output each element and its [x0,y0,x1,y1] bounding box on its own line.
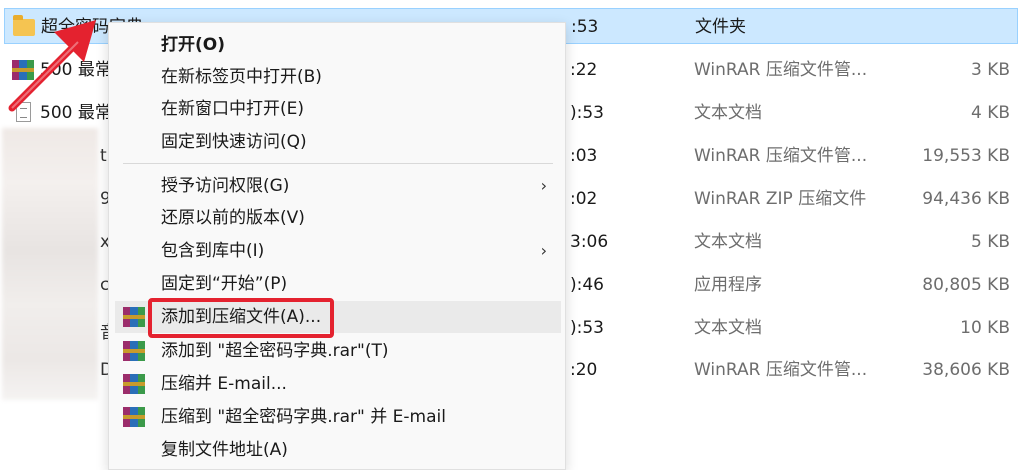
file-type: WinRAR 压缩文件管... [694,146,868,166]
menu-item-open-new-window[interactable]: 在新窗口中打开(E) [115,93,561,125]
menu-item-pin-quick-access[interactable]: 固定到快速访问(Q) [115,126,561,158]
menu-item-label: 在新窗口中打开(E) [161,99,305,119]
menu-item-label: 还原以前的版本(V) [161,208,305,228]
file-type: WinRAR 压缩文件管... [694,60,868,80]
file-size: 3 KB [970,60,1010,80]
file-size: 94,436 KB [922,189,1010,209]
file-time: ):46 [570,275,604,295]
file-size: 5 KB [970,232,1010,252]
file-time: :02 [570,189,598,209]
file-time: 3:06 [570,232,609,252]
menu-item-label: 在新标签页中打开(B) [161,67,322,87]
file-type: WinRAR 压缩文件管... [694,360,868,380]
menu-item-label: 压缩并 E-mail... [161,374,287,394]
menu-item-label: 添加到 "超全密码字典.rar"(T) [161,341,389,361]
red-arrow-annotation [8,20,96,112]
file-size: 80,805 KB [922,275,1010,295]
menu-item-compress-email[interactable]: 压缩并 E-mail... [115,368,561,400]
menu-item-label: 包含到库中(I) [161,241,265,261]
file-time: ):53 [570,103,604,123]
menu-item-grant-access[interactable]: 授予访问权限(G) › [115,170,561,202]
chevron-right-icon: › [540,241,547,260]
file-type: 应用程序 [694,275,762,295]
chevron-right-icon: › [540,176,547,195]
menu-item-label: 压缩到 "超全密码字典.rar" 并 E-mail [161,407,446,427]
file-time: ):53 [570,318,604,338]
menu-item-restore-versions[interactable]: 还原以前的版本(V) [115,202,561,234]
menu-item-pin-start[interactable]: 固定到“开始”(P) [115,268,561,300]
menu-item-label: 复制文件地址(A) [161,440,288,460]
menu-item-label: 固定到“开始”(P) [161,274,288,294]
file-time: :53 [571,17,599,37]
winrar-icon [123,374,145,394]
menu-item-compress-rar-email[interactable]: 压缩到 "超全密码字典.rar" 并 E-mail [115,401,561,433]
file-size: 4 KB [970,103,1010,123]
menu-item-copy-path[interactable]: 复制文件地址(A) [115,434,561,466]
menu-item-add-to-rar[interactable]: 添加到 "超全密码字典.rar"(T) [115,335,561,367]
winrar-icon [123,307,145,327]
file-type: WinRAR ZIP 压缩文件 [694,189,867,209]
file-type: 文本文档 [694,232,762,252]
menu-item-open[interactable]: 打开(O) [115,29,561,61]
menu-item-label: 固定到快速访问(Q) [161,132,307,152]
menu-item-label: 打开(O) [161,35,225,55]
winrar-icon [123,407,145,427]
winrar-icon [123,341,145,361]
file-size: 10 KB [960,318,1010,338]
file-name-fragment: t [100,146,107,166]
file-size: 19,553 KB [922,146,1010,166]
file-time: :03 [570,146,598,166]
file-type: 文本文档 [694,318,762,338]
menu-item-include-library[interactable]: 包含到库中(I) › [115,235,561,267]
blurred-region [2,128,98,400]
context-menu: 打开(O) 在新标签页中打开(B) 在新窗口中打开(E) 固定到快速访问(Q) … [108,22,566,470]
file-type: 文件夹 [695,17,746,37]
file-type: 文本文档 [694,103,762,123]
menu-item-open-new-tab[interactable]: 在新标签页中打开(B) [115,61,561,93]
file-size: 38,606 KB [922,360,1010,380]
menu-separator [123,163,553,164]
file-time: :20 [570,360,598,380]
red-highlight-box [148,298,334,338]
menu-item-label: 授予访问权限(G) [161,176,290,196]
file-time: :22 [570,60,598,80]
